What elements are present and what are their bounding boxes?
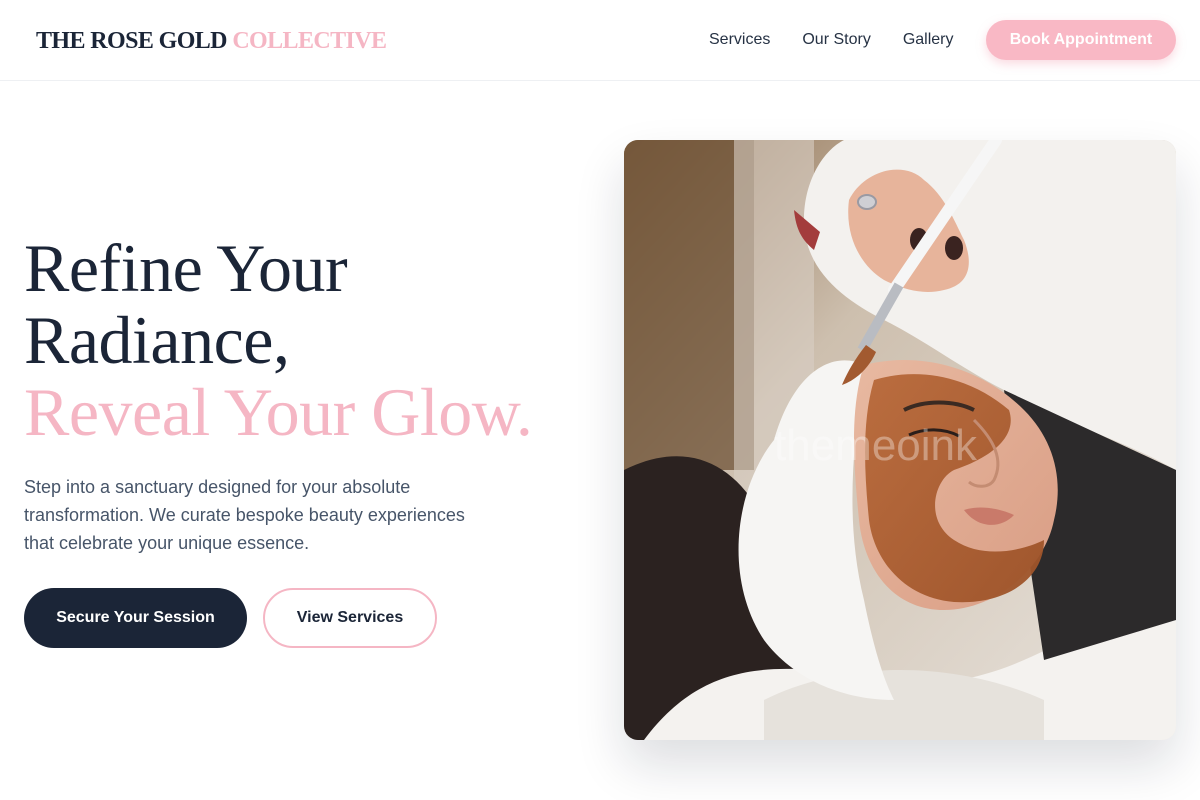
- main-nav: Services Our Story Gallery: [709, 30, 954, 50]
- secure-session-button[interactable]: Secure Your Session: [24, 588, 247, 648]
- book-appointment-button[interactable]: Book Appointment: [986, 20, 1176, 60]
- logo-accent-text: COLLECTIVE: [232, 28, 387, 54]
- headline-line-2: Radiance,: [24, 302, 290, 378]
- nav-link-services[interactable]: Services: [709, 30, 770, 50]
- view-services-button[interactable]: View Services: [263, 588, 437, 648]
- facial-treatment-illustration: themeoink: [624, 140, 1176, 740]
- headline-line-3: Reveal Your Glow.: [24, 374, 533, 450]
- site-header: THE ROSE GOLD COLLECTIVE Services Our St…: [0, 0, 1200, 81]
- image-watermark: themeoink: [774, 421, 978, 470]
- hero-description: Step into a sanctuary designed for your …: [24, 477, 465, 553]
- hero-image-facial-treatment: themeoink: [624, 140, 1176, 740]
- headline-line-1: Refine Your: [24, 230, 348, 306]
- hero-headline: Refine Your Radiance, Reveal Your Glow.: [24, 232, 604, 448]
- logo-primary-text: THE ROSE GOLD: [36, 28, 228, 54]
- nav-link-gallery[interactable]: Gallery: [903, 30, 954, 50]
- nav-link-our-story[interactable]: Our Story: [802, 30, 870, 50]
- brand-logo[interactable]: THE ROSE GOLD COLLECTIVE: [36, 27, 387, 55]
